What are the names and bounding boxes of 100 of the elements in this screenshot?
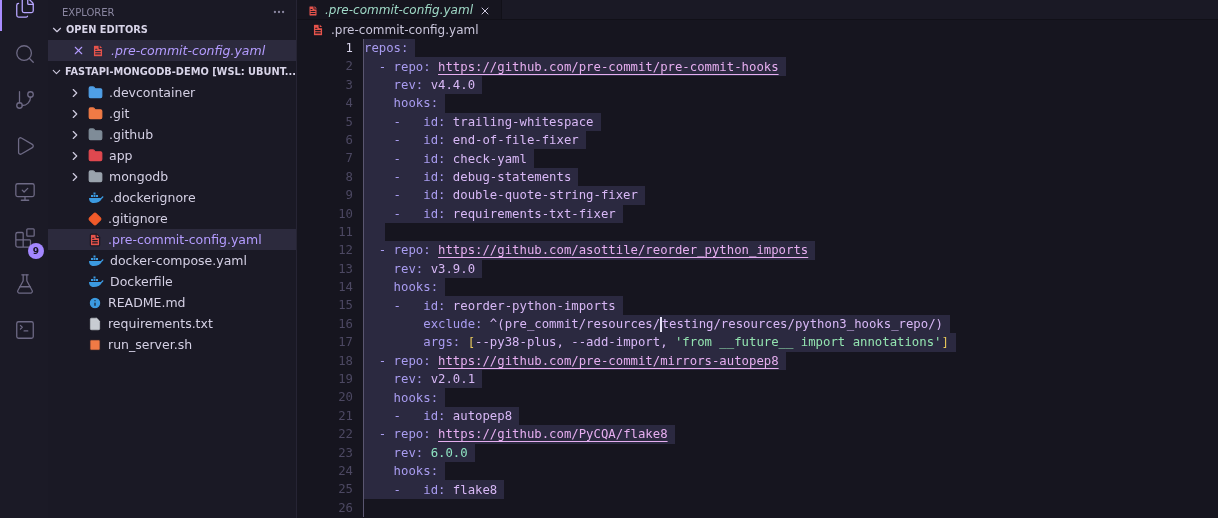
line-number: 12 [337,242,353,260]
text-cursor [660,316,662,332]
line-number: 20 [337,389,353,407]
editor-tab[interactable]: .pre-commit-config.yaml [297,0,502,19]
document-icon [307,5,319,17]
yaml-key: - repo: [364,243,439,258]
yaml-key: hooks: [364,390,439,405]
line-number: 1 [344,40,353,57]
url-link[interactable]: https://github.com/pre-commit/mirrors-autopep8 [438,353,779,368]
line-number: 25 [337,481,353,499]
yaml-key: args: [364,335,468,350]
yaml-key: - repo: [364,427,439,442]
yaml-key: - id: [364,298,453,313]
line-number: 4 [344,95,353,113]
line-number: 21 [337,407,353,425]
line-number: 26 [337,499,353,517]
yaml-value: 'from __future__ import annotations' [674,335,942,350]
yaml-value: ] [941,335,949,350]
file-tree-item[interactable]: docker-compose.yaml [48,250,296,271]
line-number: 10 [337,205,353,223]
yaml-key: rev: [364,261,431,276]
url-link[interactable]: https://github.com/asottile/reorder_python_imports [438,243,809,258]
file-tree-item[interactable]: Dockerfile [48,271,296,292]
yaml-value: end-of-file-fixer [452,133,579,148]
yaml-value: reorder-python-imports [452,298,616,313]
url-link[interactable]: https://github.com/pre-commit/pre-commit-hooks [438,59,779,74]
line-number: 7 [344,150,353,168]
files-icon[interactable] [14,0,36,19]
yaml-key: - id: [364,114,453,129]
yaml-value: double-quote-string-fixer [452,188,638,203]
file-tree-item[interactable]: .github [48,124,296,145]
yaml-key: - id: [364,482,453,497]
line-number: 18 [337,352,353,370]
close-icon[interactable] [72,44,85,57]
yaml-value: testing/resources/python3_hooks_repo/) [661,317,943,332]
file-tree-item[interactable]: README.md [48,292,296,313]
yaml-value: debug-statements [452,169,572,184]
line-number: 9 [344,187,353,205]
monitor-icon[interactable] [14,181,36,203]
yaml-value: v3.9.0 [430,261,476,276]
yaml-key: hooks: [364,464,439,479]
yaml-key: hooks: [364,96,439,111]
yaml-key: repos: [364,41,409,56]
yaml-value: [ [467,335,476,350]
yaml-key: - id: [364,188,453,203]
line-number: 24 [337,463,353,480]
line-number: 23 [337,444,353,462]
file-tree-item[interactable]: run_server.sh [48,334,296,355]
file-tree-item[interactable]: .pre-commit-config.yaml [48,229,296,250]
file-tree-item[interactable]: .devcontainer [48,82,296,103]
yaml-key: - repo: [364,353,439,368]
yaml-key: exclude: [364,317,490,332]
line-number: 6 [344,131,353,149]
file-tree-item[interactable]: requirements.txt [48,313,296,334]
yaml-value: check-yaml [452,151,527,166]
line-number: 22 [337,426,353,444]
source-control-icon[interactable] [14,89,36,111]
activity-bar-item[interactable]: 9 [0,215,48,261]
file-tree-item[interactable]: .git [48,103,296,124]
yaml-key: - id: [364,169,453,184]
yaml-key: rev: [364,445,431,460]
yaml-key: rev: [364,77,431,92]
line-number: 16 [337,315,353,333]
breadcrumb[interactable]: .pre-commit-config.yaml [331,22,479,37]
file-tree-item[interactable]: .dockerignore [48,187,296,208]
line-number: 14 [337,279,353,297]
section-header[interactable]: FASTAPI-MONGODB-DEMO [WSL: UBUNT... [48,61,296,82]
yaml-value: v2.0.1 [430,372,476,387]
yaml-key: hooks: [364,280,439,295]
line-number: 15 [337,297,353,315]
file-name: .pre-commit-config.yaml [111,43,266,58]
line-number: 2 [344,58,353,76]
close-icon[interactable] [479,5,491,17]
yaml-key: - id: [364,409,453,423]
open-editor-item[interactable]: .pre-commit-config.yaml [48,40,296,61]
line-number: 17 [337,334,353,352]
yaml-value: v4.4.0 [430,77,476,92]
yaml-value: ^(pre_commit/resources/ [489,317,661,332]
line-number: 3 [344,76,353,94]
terminal-icon[interactable] [14,319,36,341]
search-icon[interactable] [14,43,36,65]
flask-icon[interactable] [14,273,36,295]
file-tree-item[interactable]: app [48,145,296,166]
url-link[interactable]: https://github.com/PyCQA/flake8 [438,427,668,442]
yaml-key: - id: [364,151,453,166]
yaml-key: - id: [364,206,453,221]
line-number: 11 [337,223,353,241]
line-number: 13 [337,260,353,278]
yaml-key: - id: [364,133,453,148]
file-tree-item[interactable]: .gitignore [48,208,296,229]
file-tree-item[interactable]: mongodb [48,166,296,187]
section-header[interactable]: OPEN EDITORS [48,19,296,40]
yaml-value: trailing-whitespace [452,114,594,129]
line-number: 5 [344,113,353,131]
line-number: 8 [344,168,353,186]
line-number: 19 [337,371,353,389]
yaml-key: rev: [364,372,431,387]
sidebar-title: EXPLORER [62,7,115,19]
extensions-icon[interactable] [14,227,36,249]
yaml-value: flake8 [452,482,498,497]
